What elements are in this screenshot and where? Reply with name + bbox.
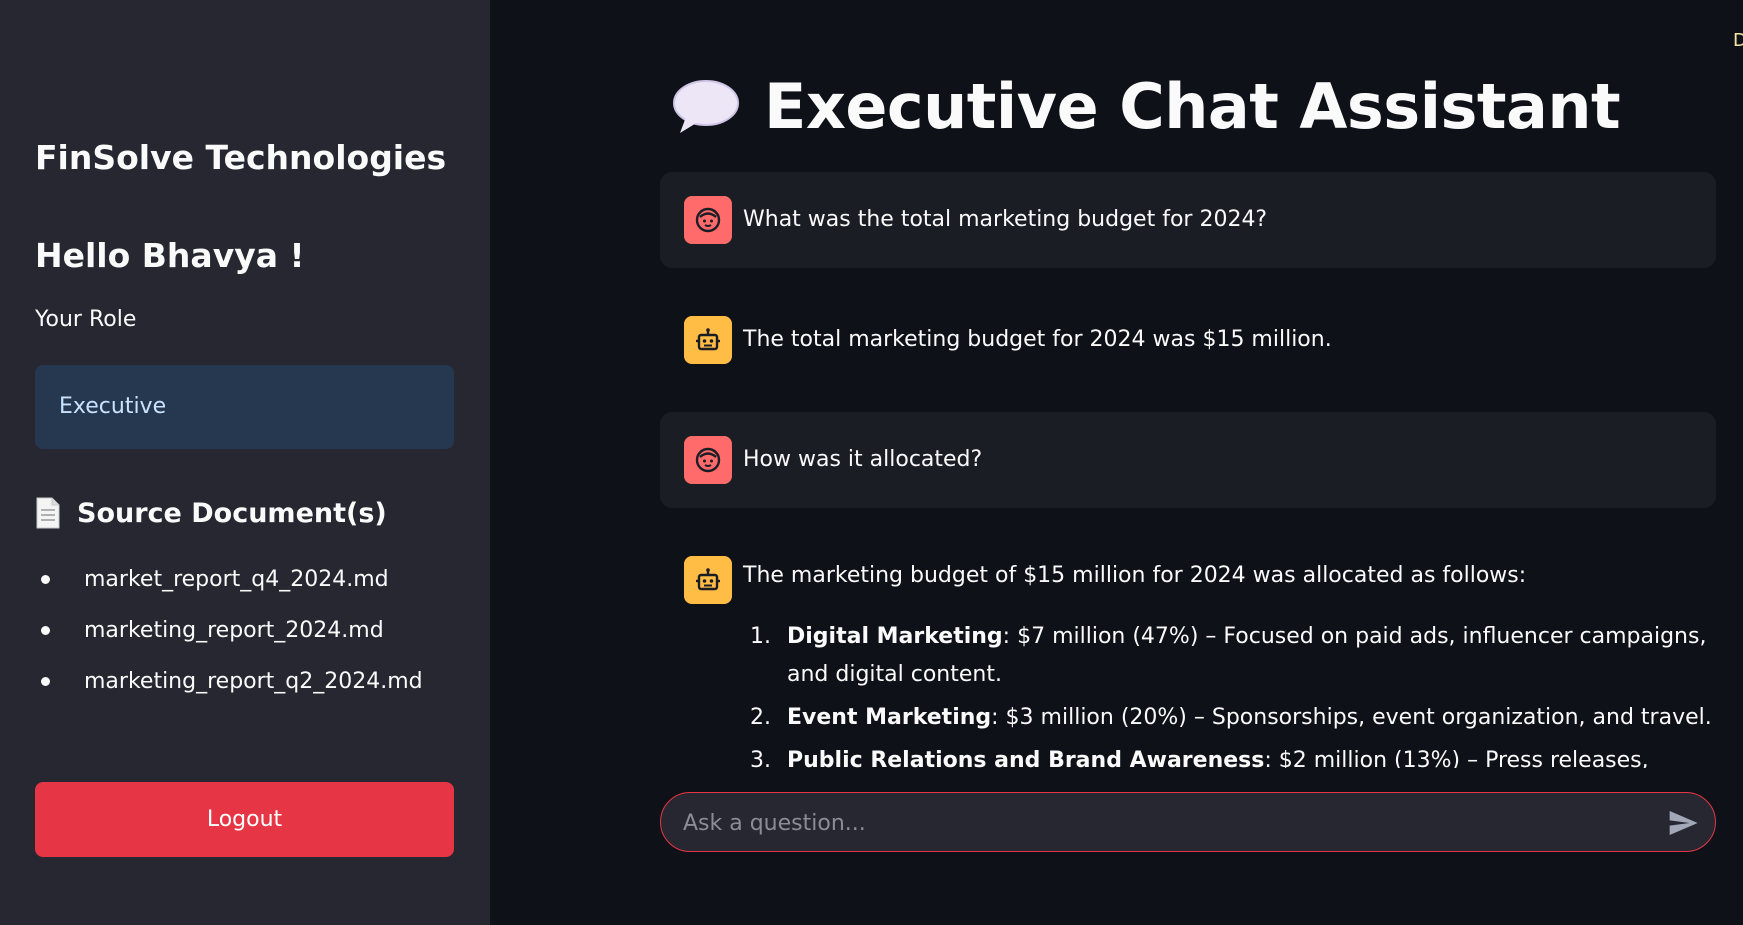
user-face-icon — [695, 447, 721, 473]
document-name: market_report_q4_2024.md — [84, 567, 389, 592]
user-message: What was the total marketing budget for … — [660, 172, 1716, 268]
list-number: 2. — [750, 705, 771, 730]
assistant-avatar — [684, 556, 732, 604]
assistant-message: The total marketing budget for 2024 was … — [660, 292, 1716, 388]
document-name: marketing_report_q2_2024.md — [84, 669, 423, 694]
speech-bubble-icon — [673, 79, 739, 133]
message-text: The marketing budget of $15 million for … — [743, 563, 1527, 588]
list-item-text: Digital Marketing: $7 million (47%) – Fo… — [787, 618, 1712, 694]
corner-text: D — [1733, 30, 1743, 51]
list-number: 1. — [750, 624, 771, 649]
source-documents-heading: Source Document(s) — [35, 497, 387, 529]
brand-name: FinSolve Technologies — [35, 138, 447, 177]
page-title: Executive Chat Assistant — [670, 70, 1621, 143]
sidebar: FinSolve Technologies Hello Bhavya ! You… — [0, 0, 490, 925]
list-item-heading: Event Marketing — [787, 705, 992, 730]
assistant-avatar — [684, 316, 732, 364]
list-item: marketing_report_q2_2024.md — [35, 648, 423, 715]
document-icon — [36, 497, 60, 529]
robot-icon — [696, 568, 720, 591]
user-avatar — [684, 196, 732, 244]
assistant-message: The marketing budget of $15 million for … — [660, 532, 1716, 612]
source-document-list: market_report_q4_2024.md marketing_repor… — [35, 562, 423, 715]
logout-button[interactable]: Logout — [35, 782, 454, 857]
message-text: The total marketing budget for 2024 was … — [743, 327, 1332, 352]
chat-input-container — [660, 792, 1716, 852]
send-icon[interactable] — [1667, 807, 1699, 839]
list-item-heading: Public Relations and Brand Awareness — [787, 748, 1265, 768]
message-text: What was the total marketing budget for … — [743, 207, 1268, 232]
list-item-body: : $3 million (20%) – Sponsorships, event… — [991, 705, 1712, 730]
list-item-text: Public Relations and Brand Awareness: $2… — [787, 742, 1712, 768]
user-message: How was it allocated? — [660, 412, 1716, 508]
list-number: 3. — [750, 748, 771, 768]
chat-input[interactable] — [683, 803, 1643, 843]
document-name: marketing_report_2024.md — [84, 618, 384, 643]
robot-icon — [696, 328, 720, 351]
list-item-heading: Digital Marketing — [787, 624, 1003, 649]
page-title-text: Executive Chat Assistant — [764, 70, 1621, 143]
list-item: 2. Event Marketing: $3 million (20%) – S… — [742, 699, 1712, 737]
bullet — [41, 626, 50, 635]
message-text: How was it allocated? — [743, 447, 983, 472]
greeting: Hello Bhavya ! — [35, 236, 305, 275]
list-item: 1. Digital Marketing: $7 million (47%) –… — [742, 618, 1712, 694]
source-documents-title: Source Document(s) — [77, 497, 387, 529]
role-label: Your Role — [35, 307, 137, 332]
bullet — [41, 677, 50, 686]
list-item: 3. Public Relations and Brand Awareness:… — [742, 742, 1712, 768]
allocation-list: 1. Digital Marketing: $7 million (47%) –… — [742, 618, 1712, 768]
bullet — [41, 575, 50, 584]
user-face-icon — [695, 207, 721, 233]
list-item-text: Event Marketing: $3 million (20%) – Spon… — [787, 699, 1712, 737]
role-value-box: Executive — [35, 365, 454, 449]
user-avatar — [684, 436, 732, 484]
